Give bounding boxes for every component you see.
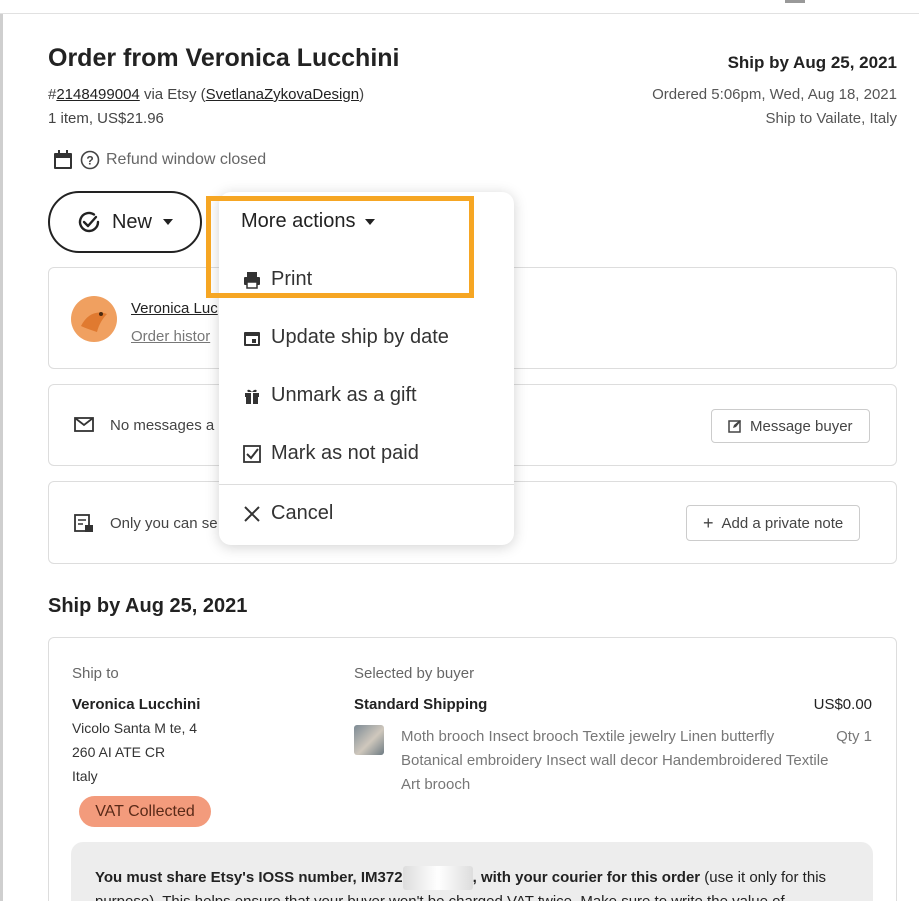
add-private-note-label: Add a private note bbox=[721, 514, 844, 532]
redacted-ioss: XXXXXXX bbox=[402, 866, 473, 890]
ordered-date: Ordered 5:06pm, Wed, Aug 18, 2021 bbox=[652, 86, 897, 103]
product-thumbnail[interactable] bbox=[354, 725, 384, 755]
product-quantity: Qty 1 bbox=[836, 728, 872, 745]
refund-status: ? Refund window closed bbox=[52, 149, 266, 171]
address-line-1: Vicolo Santa M te, 4 bbox=[72, 720, 198, 736]
menu-item-print[interactable]: Print bbox=[243, 268, 312, 291]
messages-status: No messages a bbox=[110, 417, 215, 434]
caret-down-icon bbox=[162, 218, 174, 226]
buyer-name-link[interactable]: Veronica Luc bbox=[131, 300, 218, 317]
menu-item-mark-not-paid[interactable]: Mark as not paid bbox=[243, 442, 419, 465]
left-edge bbox=[0, 14, 3, 901]
menu-item-label: Cancel bbox=[271, 502, 334, 524]
private-note-icon bbox=[74, 514, 94, 534]
edit-icon bbox=[728, 419, 742, 433]
plus-icon: + bbox=[703, 513, 714, 533]
toolbar-icon[interactable] bbox=[785, 0, 805, 3]
refund-text: Refund window closed bbox=[106, 151, 267, 168]
ship-by-date: Ship by Aug 25, 2021 bbox=[727, 53, 897, 72]
shipping-price: US$0.00 bbox=[813, 696, 872, 713]
ship-to-label: Ship to bbox=[72, 665, 119, 682]
message-buyer-label: Message buyer bbox=[750, 417, 853, 435]
menu-item-label: Mark as not paid bbox=[271, 442, 419, 464]
notice-bold-end: , with your courier for this order bbox=[472, 869, 701, 886]
order-history-link[interactable]: Order histor bbox=[131, 328, 210, 345]
help-icon[interactable]: ? bbox=[80, 150, 100, 170]
address-line-2: 260 AI ATE CR bbox=[72, 744, 166, 760]
menu-divider bbox=[219, 484, 514, 485]
menu-item-unmark-gift[interactable]: Unmark as a gift bbox=[243, 384, 417, 407]
caret-down-icon bbox=[364, 218, 376, 226]
ship-to-location: Ship to Vailate, Italy bbox=[765, 110, 897, 127]
status-label: New bbox=[111, 210, 152, 233]
gift-icon bbox=[243, 387, 261, 405]
order-number-link[interactable]: 2148499004 bbox=[56, 86, 139, 103]
shop-link[interactable]: SvetlanaZykovaDesign bbox=[206, 86, 359, 103]
address-country: Italy bbox=[72, 768, 98, 784]
page-title: Order from Veronica Lucchini bbox=[48, 44, 400, 72]
notice-bold-text: You must share Etsy's IOSS number, IM372 bbox=[95, 869, 403, 886]
notes-status: Only you can se bbox=[110, 515, 218, 532]
menu-item-label: Print bbox=[271, 268, 313, 290]
recipient-name: Veronica Lucchini bbox=[72, 696, 201, 713]
order-summary: 1 item, US$21.96 bbox=[48, 110, 164, 127]
vat-collected-badge: VAT Collected bbox=[79, 796, 211, 827]
order-reference: #2148499004 via Etsy (SvetlanaZykovaDesi… bbox=[48, 86, 364, 103]
calendar-icon bbox=[52, 149, 74, 171]
top-divider bbox=[0, 13, 919, 14]
menu-item-label: Unmark as a gift bbox=[271, 384, 417, 406]
avatar[interactable] bbox=[71, 296, 117, 342]
message-buyer-button[interactable]: Message buyer bbox=[711, 409, 870, 443]
check-circle-icon bbox=[76, 209, 102, 235]
via-text: via Etsy ( bbox=[139, 86, 206, 103]
calendar-icon bbox=[243, 329, 261, 347]
selected-by-buyer-label: Selected by buyer bbox=[354, 665, 475, 682]
envelope-icon bbox=[74, 416, 94, 434]
menu-item-label: Update ship by date bbox=[271, 326, 449, 348]
more-actions-menu: More actions Print Update ship by date U… bbox=[219, 192, 514, 545]
more-actions-button[interactable]: More actions bbox=[241, 210, 376, 233]
close-paren: ) bbox=[359, 86, 365, 103]
svg-text:?: ? bbox=[86, 154, 93, 168]
ioss-notice: You must share Etsy's IOSS number, IM372… bbox=[71, 842, 873, 901]
shipping-method: Standard Shipping bbox=[354, 696, 488, 713]
close-icon bbox=[243, 505, 261, 523]
product-title[interactable]: Moth brooch Insect brooch Textile jewelr… bbox=[401, 725, 831, 797]
menu-item-update-ship-by-date[interactable]: Update ship by date bbox=[243, 326, 449, 349]
add-private-note-button[interactable]: + Add a private note bbox=[686, 505, 861, 541]
menu-item-cancel[interactable]: Cancel bbox=[243, 502, 333, 525]
printer-icon bbox=[243, 271, 261, 289]
status-button[interactable]: New bbox=[48, 191, 202, 253]
checkbox-icon bbox=[243, 444, 261, 463]
more-actions-label: More actions bbox=[241, 210, 356, 232]
shipping-section-title: Ship by Aug 25, 2021 bbox=[48, 595, 248, 617]
